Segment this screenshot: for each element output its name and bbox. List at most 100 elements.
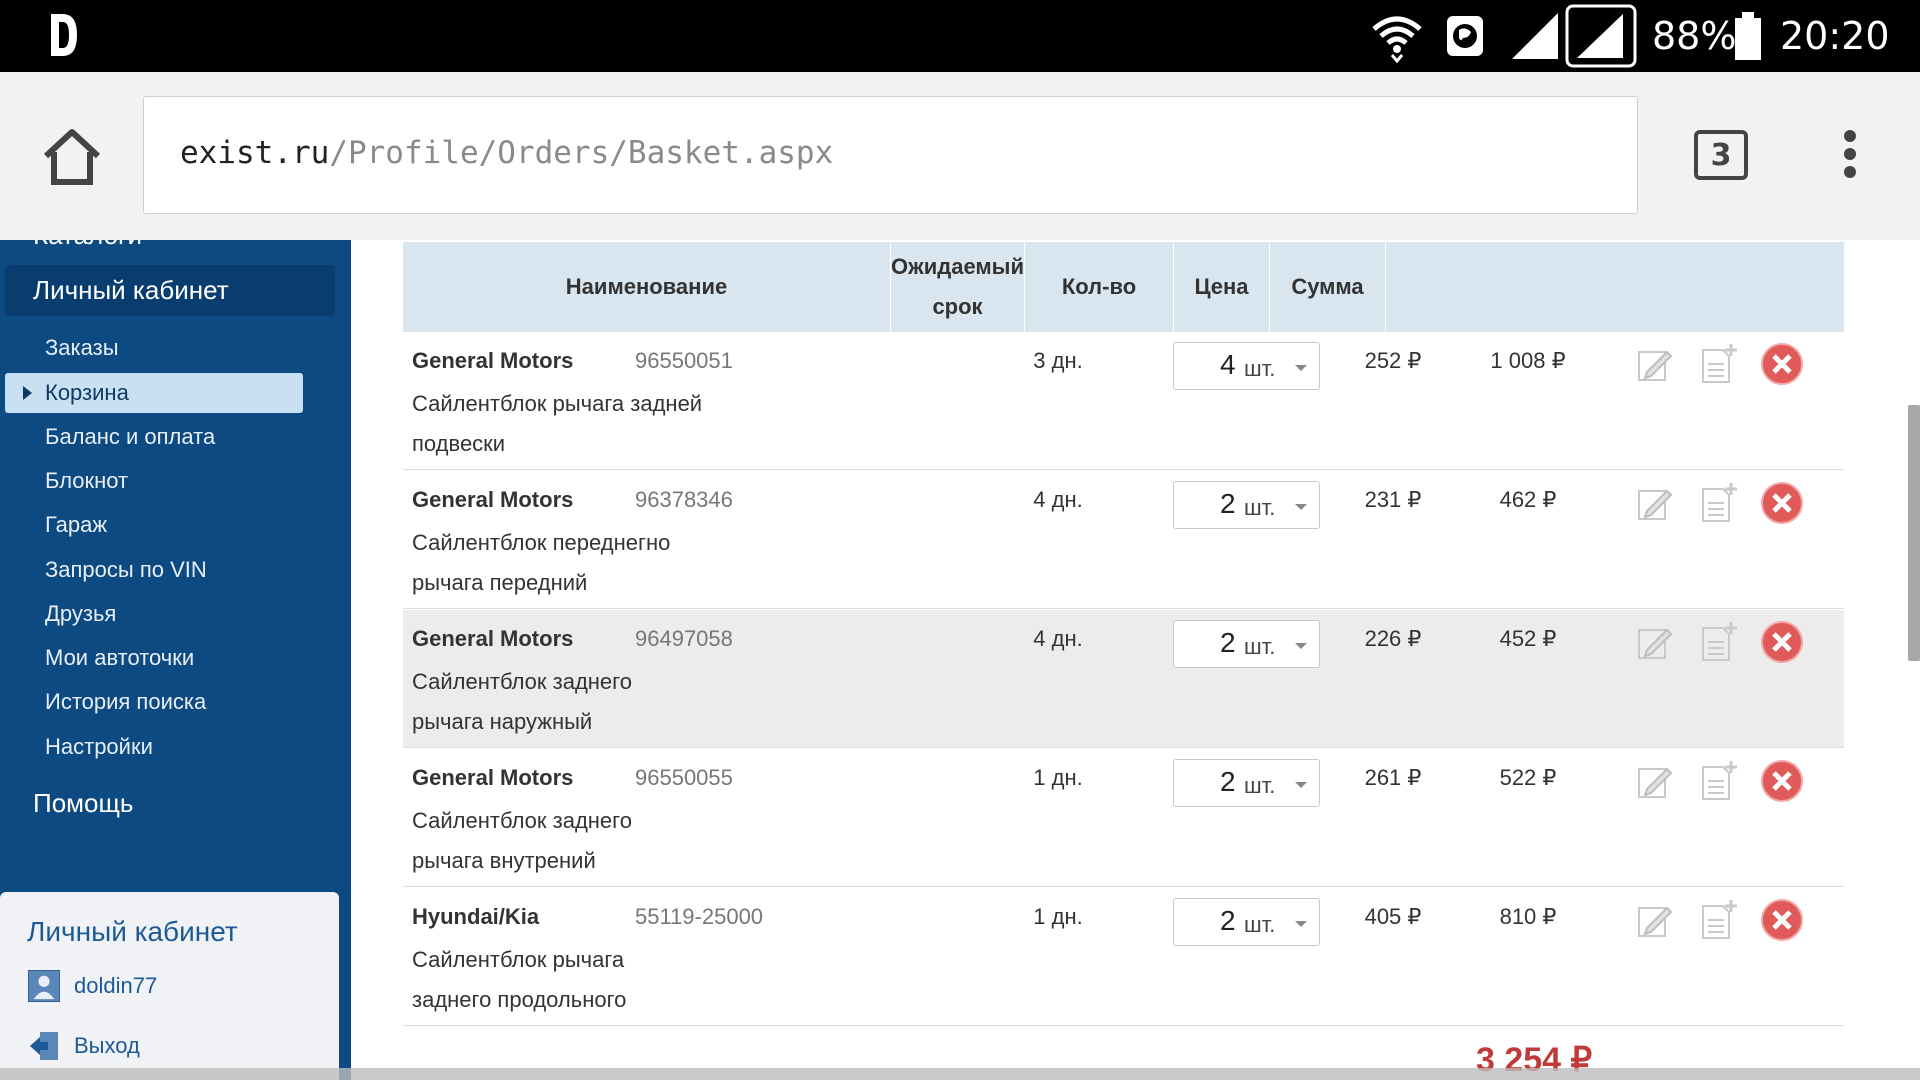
header-qty: Кол-во <box>1061 274 1137 299</box>
battery-percent: 88% <box>1652 14 1737 58</box>
row-description-line1: Сайлентблок рычага <box>412 947 625 972</box>
logout-icon <box>30 1032 58 1060</box>
url-domain: exist.ru <box>180 135 330 171</box>
quantity-value: 2 <box>1220 766 1236 797</box>
row-brand[interactable]: General Motors <box>412 626 573 652</box>
cabinet-username: doldin77 <box>74 973 158 998</box>
cabinet-user-link[interactable]: doldin77 <box>28 970 157 1002</box>
quantity-value: 2 <box>1220 627 1236 658</box>
notepad-add-icon[interactable] <box>1697 342 1741 386</box>
sidebar-item-vin-requests[interactable]: Запросы по VIN <box>45 557 207 583</box>
row-price: 252 ₽ <box>1364 348 1422 373</box>
sidebar: Каталоги Личный кабинет Заказы Корзина Б… <box>0 240 351 1080</box>
row-description-line1: Сайлентблок заднего <box>412 669 632 694</box>
sidebar-item-search-history[interactable]: История поиска <box>45 689 206 715</box>
row-brand[interactable]: General Motors <box>412 765 573 791</box>
cabinet-title: Личный кабинет <box>27 916 238 947</box>
chevron-down-icon <box>1295 504 1307 510</box>
sidebar-item-friends[interactable]: Друзья <box>45 601 116 627</box>
notepad-add-icon[interactable] <box>1697 481 1741 525</box>
delete-icon[interactable] <box>1760 342 1804 386</box>
header-sum: Сумма <box>1291 274 1364 299</box>
home-icon[interactable] <box>40 124 104 188</box>
sidebar-item-orders[interactable]: Заказы <box>45 335 119 361</box>
overflow-menu-icon[interactable] <box>1836 130 1864 184</box>
sidebar-item-autopoints[interactable]: Мои автоточки <box>45 645 194 671</box>
row-brand[interactable]: General Motors <box>412 487 573 513</box>
delete-icon[interactable] <box>1760 620 1804 664</box>
edit-icon[interactable] <box>1633 898 1677 942</box>
row-description-line1: Сайлентблок заднего <box>412 808 632 833</box>
logout-label: Выход <box>74 1033 140 1058</box>
delete-icon[interactable] <box>1760 898 1804 942</box>
quantity-unit: шт. <box>1244 356 1276 381</box>
basket-content: Наименование Ожидаемый срок Кол-во Цена … <box>351 240 1920 1080</box>
table-row: General Motors 96378346 Сайлентблок пере… <box>403 471 1844 609</box>
quantity-select[interactable]: 2 шт. <box>1173 759 1320 807</box>
row-code[interactable]: 96550055 <box>635 765 733 791</box>
sidebar-item-basket[interactable]: Корзина <box>5 373 303 413</box>
quantity-unit: шт. <box>1244 495 1276 520</box>
data-saver-icon <box>1445 0 1485 72</box>
row-code[interactable]: 96378346 <box>635 487 733 513</box>
tab-switcher-button[interactable]: 3 <box>1694 130 1748 180</box>
row-sum: 462 ₽ <box>1499 487 1557 512</box>
notepad-add-icon[interactable] <box>1697 759 1741 803</box>
chevron-down-icon <box>1295 643 1307 649</box>
notepad-add-icon[interactable] <box>1697 620 1741 664</box>
header-term-line1: Ожидаемый <box>891 254 1024 279</box>
quantity-select[interactable]: 2 шт. <box>1173 620 1320 668</box>
table-row: General Motors 96497058 Сайлентблок задн… <box>403 610 1844 748</box>
row-sum: 1 008 ₽ <box>1490 348 1566 373</box>
row-description-line2: рычага передний <box>412 570 588 595</box>
quantity-select[interactable]: 2 шт. <box>1173 481 1320 529</box>
wifi-icon <box>1370 0 1424 72</box>
sidebar-item-label: Корзина <box>45 380 129 405</box>
quantity-value: 4 <box>1220 349 1236 380</box>
quantity-unit: шт. <box>1244 912 1276 937</box>
quantity-select[interactable]: 4 шт. <box>1173 342 1320 390</box>
signal-2-icon <box>1565 0 1637 72</box>
edit-icon[interactable] <box>1633 620 1677 664</box>
row-sum: 522 ₽ <box>1499 765 1557 790</box>
address-bar[interactable]: exist.ru/Profile/Orders/Basket.aspx <box>143 96 1638 214</box>
sidebar-item-notepad[interactable]: Блокнот <box>45 468 128 494</box>
header-term-line2: срок <box>932 294 983 319</box>
row-term: 4 дн. <box>1033 487 1083 512</box>
row-sum: 452 ₽ <box>1499 626 1557 651</box>
edit-icon[interactable] <box>1633 342 1677 386</box>
row-brand[interactable]: Hyundai/Kia <box>412 904 539 930</box>
sidebar-item-catalogs[interactable]: Каталоги <box>33 240 142 251</box>
quantity-unit: шт. <box>1244 773 1276 798</box>
app-notification-icon <box>51 14 77 56</box>
row-sum: 810 ₽ <box>1499 904 1557 929</box>
edit-icon[interactable] <box>1633 759 1677 803</box>
edit-icon[interactable] <box>1633 481 1677 525</box>
notepad-add-icon[interactable] <box>1697 898 1741 942</box>
row-term: 4 дн. <box>1033 626 1083 651</box>
sidebar-item-garage[interactable]: Гараж <box>45 512 107 538</box>
sidebar-item-help[interactable]: Помощь <box>33 788 133 819</box>
row-term: 1 дн. <box>1033 904 1083 929</box>
sidebar-item-settings[interactable]: Настройки <box>45 734 153 760</box>
vertical-scrollbar[interactable] <box>1908 405 1920 661</box>
row-code[interactable]: 96550051 <box>635 348 733 374</box>
url-text[interactable]: exist.ru/Profile/Orders/Basket.aspx <box>180 135 833 171</box>
delete-icon[interactable] <box>1760 481 1804 525</box>
quantity-select[interactable]: 2 шт. <box>1173 898 1320 946</box>
horizontal-scrollbar[interactable] <box>0 1068 1920 1080</box>
sidebar-item-balance[interactable]: Баланс и оплата <box>45 424 215 450</box>
row-code[interactable]: 55119-25000 <box>635 904 763 930</box>
sidebar-section-cabinet[interactable]: Личный кабинет <box>5 265 335 316</box>
row-description-line2: заднего продольного <box>412 987 627 1012</box>
delete-icon[interactable] <box>1760 759 1804 803</box>
row-description: Сайлентблок рычага заднего продольного <box>412 940 772 1020</box>
row-price: 231 ₽ <box>1364 487 1422 512</box>
user-avatar-icon <box>28 970 60 1002</box>
header-price: Цена <box>1194 274 1249 299</box>
row-code[interactable]: 96497058 <box>635 626 733 652</box>
logout-link[interactable]: Выход <box>28 1030 140 1062</box>
chevron-down-icon <box>1295 365 1307 371</box>
active-marker-icon <box>23 386 32 400</box>
row-brand[interactable]: General Motors <box>412 348 573 374</box>
